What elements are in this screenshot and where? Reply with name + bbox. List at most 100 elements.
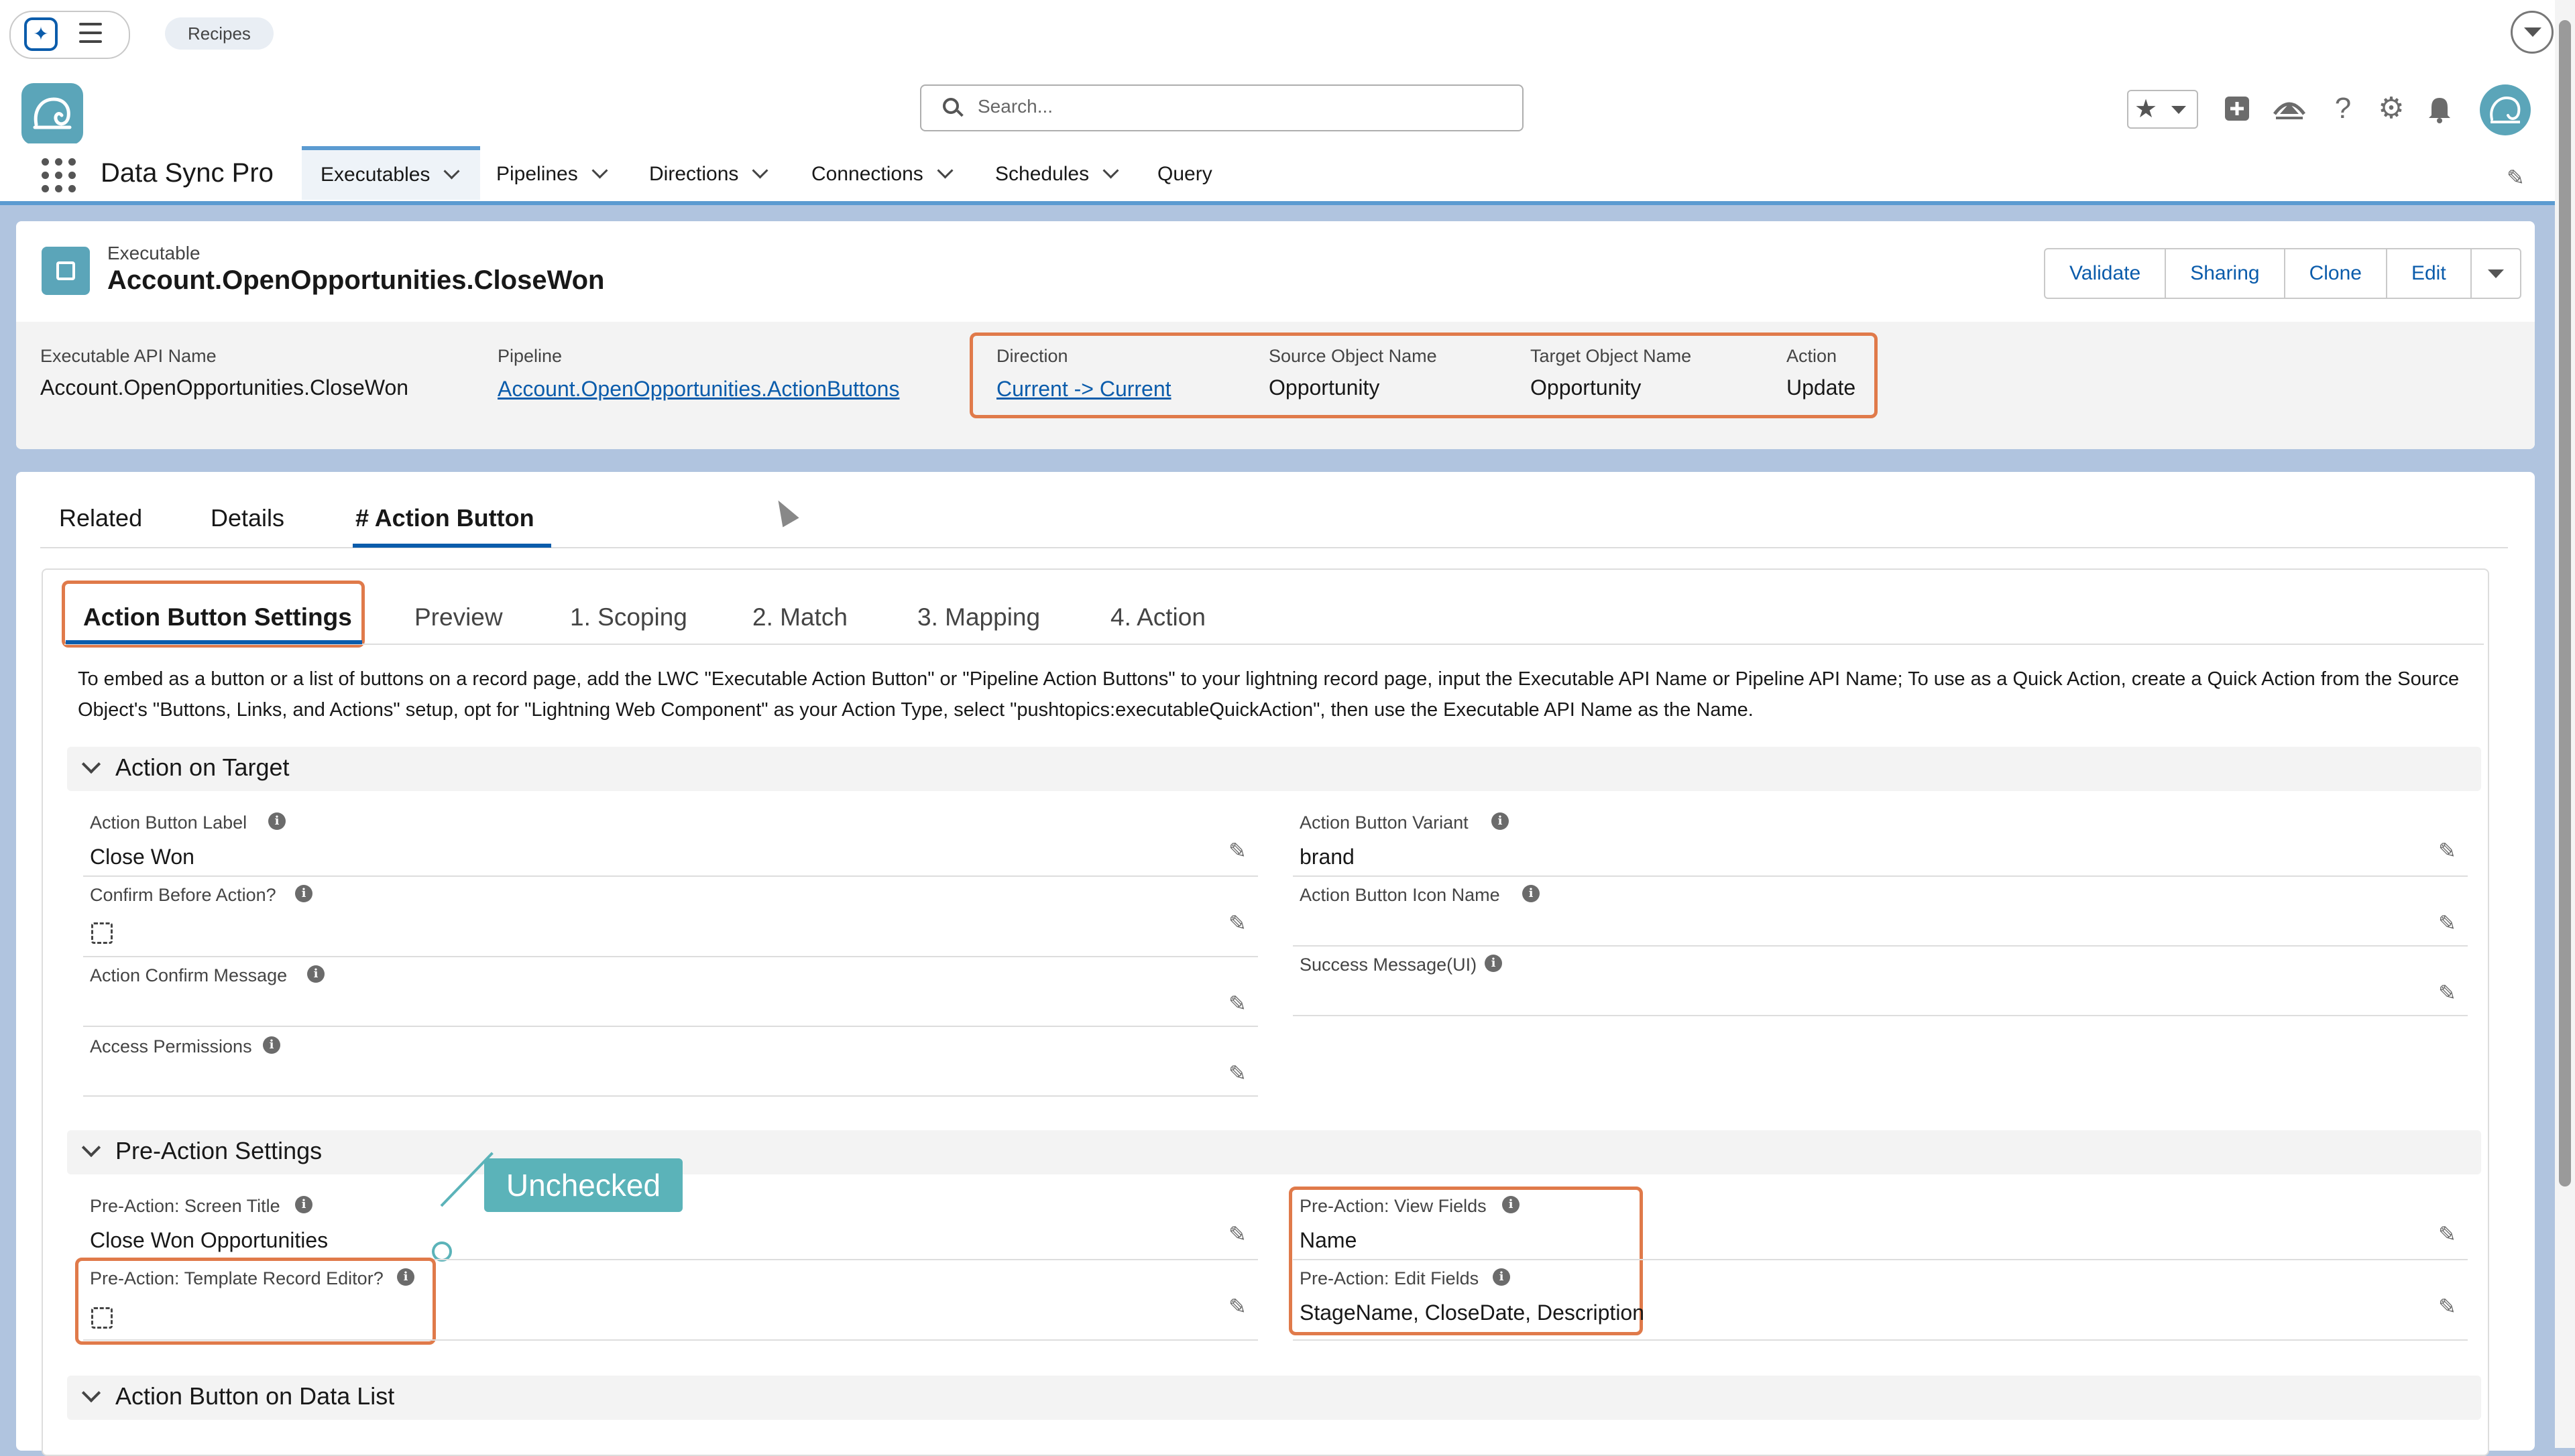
chevron-down-icon[interactable]: [591, 162, 608, 179]
info-icon[interactable]: i: [1485, 955, 1502, 972]
subtab-mapping[interactable]: 3. Mapping: [917, 603, 1040, 631]
search-icon: [943, 98, 959, 114]
record-action-buttons: Validate Sharing Clone Edit: [2044, 248, 2521, 299]
more-actions-button[interactable]: [2472, 249, 2520, 298]
info-icon[interactable]: i: [1493, 1268, 1510, 1286]
pencil-icon[interactable]: ✎: [1228, 1296, 1249, 1317]
info-icon[interactable]: i: [1502, 1196, 1520, 1213]
field-label: Pre-Action: View Fields: [1300, 1196, 1487, 1216]
edit-button[interactable]: Edit: [2387, 249, 2472, 298]
bell-icon[interactable]: [2418, 87, 2461, 130]
active-subtab-indicator: [66, 640, 362, 644]
info-icon[interactable]: i: [1522, 885, 1540, 902]
field-value-edit-fields: StageName, CloseDate, Description: [1300, 1300, 1645, 1325]
record-type-icon: [42, 247, 90, 295]
info-icon[interactable]: i: [295, 1196, 312, 1213]
gear-icon[interactable]: ⚙: [2370, 87, 2413, 130]
pencil-icon[interactable]: ✎: [1228, 1223, 1249, 1245]
api-name-value: Account.OpenOpportunities.CloseWon: [40, 375, 409, 400]
info-icon[interactable]: i: [263, 1036, 280, 1054]
chevron-down-icon[interactable]: [443, 163, 460, 180]
avatar[interactable]: [2480, 84, 2531, 135]
subtab-preview[interactable]: Preview: [414, 603, 503, 631]
chevron-down-icon[interactable]: [2511, 11, 2554, 54]
section-header-data-list[interactable]: [67, 1376, 2481, 1420]
tab-related[interactable]: Related: [59, 504, 142, 532]
field-label: Pre-Action: Screen Title: [90, 1196, 280, 1216]
instructions-text: To embed as a button or a list of button…: [78, 668, 2460, 721]
field-divider: [1293, 945, 2468, 947]
clone-button[interactable]: Clone: [2285, 249, 2387, 298]
record-title: Account.OpenOpportunities.CloseWon: [107, 265, 605, 295]
field-label: Confirm Before Action?: [90, 885, 276, 905]
nav-tab-directions[interactable]: Directions: [649, 146, 768, 200]
field-label: Pre-Action: Template Record Editor?: [90, 1268, 384, 1288]
subtab-scoping[interactable]: 1. Scoping: [570, 603, 687, 631]
subtab-match[interactable]: 2. Match: [752, 603, 848, 631]
pencil-icon[interactable]: ✎: [1228, 840, 1249, 861]
field-divider: [83, 1026, 1258, 1027]
star-icon[interactable]: ★: [2127, 90, 2165, 129]
field-label: Success Message(UI): [1300, 955, 1477, 975]
pencil-icon[interactable]: ✎: [1228, 912, 1249, 934]
hamburger-icon[interactable]: [79, 23, 102, 43]
pencil-icon[interactable]: ✎: [2438, 982, 2458, 1004]
pipeline-link[interactable]: Account.OpenOpportunities.ActionButtons: [498, 377, 899, 402]
nav-tab-connections[interactable]: Connections: [811, 146, 954, 200]
confirm-before-action-checkbox[interactable]: [91, 922, 113, 944]
action-value: Update: [1786, 375, 1856, 400]
action-label: Action: [1786, 346, 1837, 366]
field-value-action-button-variant: brand: [1300, 845, 1355, 869]
trailhead-icon[interactable]: [2268, 87, 2311, 130]
nav-tab-query[interactable]: Query: [1157, 146, 1212, 200]
field-divider: [83, 956, 1258, 957]
field-divider: [83, 875, 1258, 877]
pencil-icon[interactable]: ✎: [2438, 1296, 2458, 1317]
pencil-icon[interactable]: ✎: [1228, 993, 1249, 1014]
nav-tab-executables[interactable]: Executables: [302, 146, 480, 200]
sparkle-icon[interactable]: ✦: [24, 17, 58, 51]
chevron-down-icon[interactable]: [937, 162, 954, 179]
pencil-icon[interactable]: ✎: [2438, 1223, 2458, 1245]
pencil-icon[interactable]: ✎: [2438, 840, 2458, 861]
info-icon[interactable]: i: [268, 812, 286, 830]
subtab-action-button-settings[interactable]: Action Button Settings: [83, 603, 352, 631]
pencil-icon[interactable]: ✎: [1228, 1063, 1249, 1084]
org-logo[interactable]: [21, 83, 83, 145]
subtab-action[interactable]: 4. Action: [1110, 603, 1206, 631]
chevron-down-icon[interactable]: [752, 162, 768, 179]
chevron-down-icon[interactable]: [2171, 106, 2186, 114]
nav-tab-pipelines[interactable]: Pipelines: [496, 146, 608, 200]
recipes-chip[interactable]: Recipes: [165, 17, 274, 50]
direction-link[interactable]: Current -> Current: [996, 377, 1171, 402]
search-placeholder: Search...: [978, 96, 1053, 117]
template-record-editor-checkbox[interactable]: [91, 1307, 113, 1329]
validate-button[interactable]: Validate: [2045, 249, 2167, 298]
section-header-pre-action[interactable]: [67, 1130, 2481, 1174]
chevron-down-icon[interactable]: [1102, 162, 1119, 179]
section-title: Action Button on Data List: [115, 1382, 395, 1410]
field-divider: [1293, 1015, 2468, 1016]
field-divider: [1293, 1259, 2468, 1260]
scrollbar-thumb[interactable]: [2559, 20, 2571, 1187]
info-icon[interactable]: i: [397, 1268, 414, 1286]
section-header-action-on-target[interactable]: [67, 747, 2481, 791]
pencil-icon[interactable]: ✎: [2507, 165, 2529, 190]
info-icon[interactable]: i: [295, 885, 312, 902]
sharing-button[interactable]: Sharing: [2166, 249, 2285, 298]
field-divider: [1293, 1339, 2468, 1341]
nav-tab-label: Connections: [811, 163, 923, 185]
tab-details[interactable]: Details: [211, 504, 284, 532]
nav-tab-schedules[interactable]: Schedules: [995, 146, 1119, 200]
info-icon[interactable]: i: [1491, 812, 1509, 830]
app-launcher-icon[interactable]: [42, 158, 76, 193]
tab-action-button[interactable]: # Action Button: [355, 504, 534, 532]
add-icon[interactable]: [2216, 87, 2258, 130]
field-label: Pre-Action: Edit Fields: [1300, 1268, 1479, 1288]
pipeline-label: Pipeline: [498, 346, 563, 366]
info-icon[interactable]: i: [307, 965, 325, 983]
help-icon[interactable]: ?: [2322, 87, 2364, 130]
utility-bar: [0, 0, 2575, 67]
pencil-icon[interactable]: ✎: [2438, 912, 2458, 934]
field-divider: [1293, 875, 2468, 877]
